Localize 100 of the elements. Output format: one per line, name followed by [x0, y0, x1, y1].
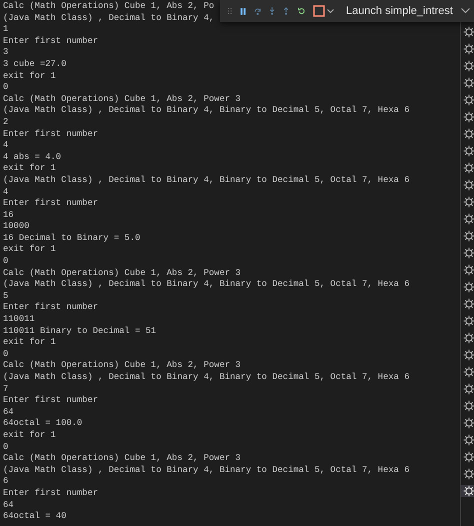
- terminal-line: exit for 1: [3, 337, 56, 349]
- terminal-tab[interactable]: [461, 264, 474, 276]
- terminal-line: exit for 1: [3, 430, 56, 442]
- terminal-tab[interactable]: [461, 111, 474, 123]
- gear-icon: [463, 315, 474, 327]
- step-over-icon[interactable]: [254, 6, 262, 16]
- terminal-line: (Java Math Class) , Decimal to Binary 4, Binary to Decimal 5, Octal 7, Hexa 6: [3, 464, 410, 476]
- gear-icon: [463, 247, 474, 259]
- terminal-line: 110011 Binary to Decimal = 51: [3, 326, 156, 338]
- gear-icon: [463, 349, 474, 361]
- terminal-line: 16 Decimal to Binary = 5.0: [3, 232, 140, 244]
- terminal-tab[interactable]: [461, 417, 474, 429]
- gear-icon: [463, 434, 474, 446]
- terminal-line: 0: [3, 348, 8, 360]
- terminal-tab[interactable]: [461, 77, 474, 89]
- stop-icon[interactable]: [312, 5, 325, 17]
- terminal-tab[interactable]: [461, 145, 474, 157]
- terminal-tab[interactable]: [461, 162, 474, 174]
- terminal-line: 64octal = 40: [3, 511, 66, 523]
- gear-icon: [463, 400, 474, 412]
- pause-icon[interactable]: [240, 6, 246, 16]
- terminal-line: 64: [3, 500, 14, 512]
- terminal-line: 64: [3, 406, 14, 418]
- terminal-tab[interactable]: [461, 128, 474, 140]
- gear-icon: [463, 77, 474, 89]
- gear-icon: [463, 213, 474, 225]
- terminal-line: 10000: [3, 221, 30, 233]
- launch-config-dropdown[interactable]: Launch simple_intrest: [346, 2, 470, 20]
- gear-icon: [463, 179, 474, 191]
- terminal-line: (Java Math Class) , Decimal to Binary 4,: [3, 12, 214, 24]
- terminal-line: 0: [3, 256, 8, 268]
- terminal-tab[interactable]: [461, 400, 474, 412]
- gear-icon: [463, 94, 474, 106]
- step-out-icon[interactable]: [283, 5, 290, 17]
- terminal-line: Calc (Math Operations) Cube 1, Abs 2, Po: [3, 1, 214, 13]
- terminal-line: Enter first number: [3, 36, 98, 48]
- terminal-line: 4: [3, 140, 8, 152]
- gear-icon: [463, 60, 474, 72]
- step-into-icon[interactable]: [269, 5, 276, 17]
- terminal-line: exit for 1: [3, 163, 56, 175]
- terminal-tab[interactable]: [461, 179, 474, 191]
- gear-icon: [463, 468, 474, 480]
- terminal-tab[interactable]: [461, 281, 474, 293]
- terminal-tab[interactable]: [461, 94, 474, 106]
- terminal-line: Enter first number: [3, 488, 98, 500]
- terminal-line: Calc (Math Operations) Cube 1, Abs 2, Power 3: [3, 453, 241, 465]
- terminal-line: 2: [3, 116, 8, 129]
- terminal-line: Calc (Math Operations) Cube 1, Abs 2, Power 3: [3, 268, 241, 280]
- chevron-down-icon: [460, 8, 470, 14]
- gear-icon: [463, 26, 474, 38]
- terminal-line: exit for 1: [3, 70, 56, 82]
- terminal-line: Calc (Math Operations) Cube 1, Abs 2, Power 3: [3, 94, 241, 106]
- terminal-line: 16: [3, 210, 14, 222]
- terminal-line: 5: [3, 290, 8, 302]
- gear-icon: [463, 230, 474, 242]
- terminal-tab[interactable]: [461, 196, 474, 208]
- terminal-tab[interactable]: [461, 485, 474, 497]
- gear-icon: [463, 383, 474, 395]
- terminal-line: Enter first number: [3, 198, 98, 210]
- terminal-line: 64octal = 100.0: [3, 418, 82, 430]
- restart-icon[interactable]: [298, 5, 305, 17]
- terminal-line: (Java Math Class) , Decimal to Binary 4, Binary to Decimal 5, Octal 7, Hexa 6: [3, 372, 410, 384]
- gear-icon: [463, 264, 474, 276]
- terminal-line: 110011: [3, 314, 35, 326]
- gear-icon: [463, 145, 474, 157]
- gear-icon: [463, 451, 474, 463]
- terminal-tab[interactable]: [461, 451, 474, 463]
- terminal-tab[interactable]: [461, 26, 474, 38]
- terminal-tab[interactable]: [461, 43, 474, 55]
- terminal-tab[interactable]: [461, 468, 474, 480]
- terminal-tab[interactable]: [461, 383, 474, 395]
- terminal-line: Enter first number: [3, 128, 98, 140]
- terminal-tab[interactable]: [461, 230, 474, 242]
- terminal-line: 3 cube =27.0: [3, 58, 66, 71]
- terminal-line: Enter first number: [3, 302, 98, 314]
- terminal-tab[interactable]: [461, 247, 474, 259]
- terminal-line: (Java Math Class) , Decimal to Binary 4, Binary to Decimal 5, Octal 7, Hexa 6: [3, 105, 410, 117]
- terminal-line: exit for 1: [3, 244, 56, 256]
- terminal-line: Calc (Math Operations) Cube 1, Abs 2, Power 3: [3, 360, 241, 372]
- terminal-tab[interactable]: [461, 315, 474, 327]
- terminal-line: (Java Math Class) , Decimal to Binary 4, Binary to Decimal 5, Octal 7, Hexa 6: [3, 174, 410, 186]
- terminal-tab[interactable]: [461, 366, 474, 378]
- gear-icon: [463, 485, 474, 497]
- terminal-line: 4: [3, 186, 8, 198]
- terminal-line: Enter first number: [3, 395, 98, 407]
- terminal-tab[interactable]: [461, 349, 474, 361]
- terminal-tab[interactable]: [461, 434, 474, 446]
- gear-icon: [463, 281, 474, 293]
- terminal-tab[interactable]: [461, 60, 474, 72]
- terminal-tab[interactable]: [461, 213, 474, 225]
- gear-icon: [463, 332, 474, 344]
- terminal-tab[interactable]: [461, 332, 474, 344]
- gear-icon: [463, 417, 474, 429]
- terminal-line: 0: [3, 442, 8, 454]
- gear-icon: [463, 366, 474, 378]
- terminal-line: 3: [3, 47, 8, 59]
- terminal-line: 7: [3, 384, 8, 396]
- terminal-tab[interactable]: [461, 298, 474, 310]
- chevron-down-icon[interactable]: [326, 8, 334, 14]
- terminal-line: 6: [3, 476, 8, 488]
